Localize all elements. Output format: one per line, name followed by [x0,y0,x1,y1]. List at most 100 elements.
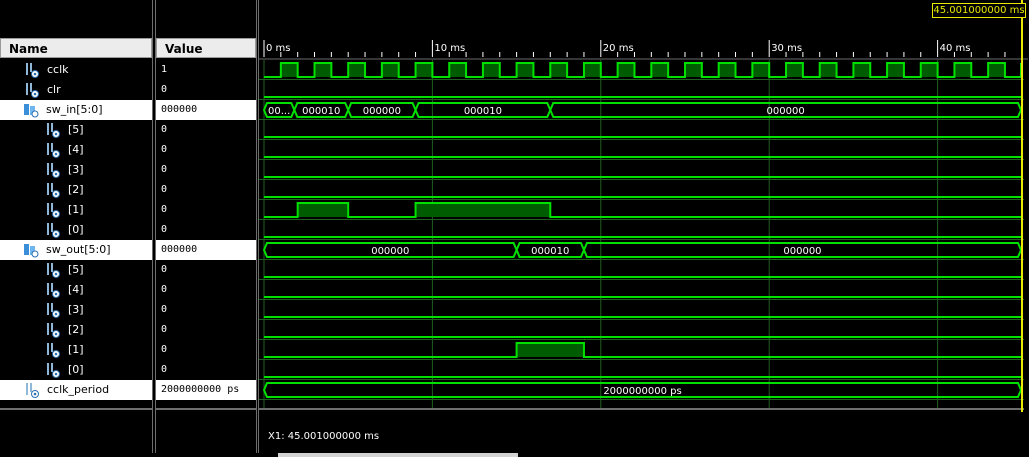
signal-icon [45,142,61,158]
bus-value-label: 2000000000 ps [603,386,681,397]
clock-high-fill [583,63,601,77]
value-row[interactable]: 0 [156,140,256,160]
signal-row[interactable]: ▼ sw_out[5:0] [0,240,152,260]
signal-value: 0 [161,124,168,135]
signal-row[interactable]: [2] [0,180,152,200]
clock-high-fill [988,63,1005,77]
name-column-header[interactable]: Name [0,38,152,58]
signal-row[interactable]: clr [0,80,152,100]
value-row[interactable]: 0 [156,80,256,100]
clock-high-fill [752,63,770,77]
signal-icon [45,202,61,218]
clock-high-fill [617,63,635,77]
signal-row[interactable]: [1] [0,340,152,360]
signal-value: 0 [161,164,168,175]
value-row[interactable]: 0 [156,300,256,320]
clock-high-fill [651,63,669,77]
clock-high-fill [685,63,702,77]
signal-value: 1 [161,64,168,75]
value-row[interactable]: 0 [156,320,256,340]
signal-row[interactable]: [3] [0,300,152,320]
waveform-panel[interactable]: 0 ms 10 ms 20 ms 30 ms 40 ms 00... 000010 00000… [258,0,1028,453]
value-row[interactable]: 1 [156,60,256,80]
bus-value-label: 000000 [363,106,401,117]
signal-icon [45,302,61,318]
signal-name: [0] [68,223,84,236]
signal-icon [45,182,61,198]
value-panel: Value 1 0 000000 0 0 0 0 0 0 000000 0 0 0 0 0 0 20000000… [155,0,257,453]
bus-signal-icon [23,102,39,118]
signal-value: 2000000000 ps [161,384,240,395]
value-row[interactable]: 0 [156,180,256,200]
signal-value: 0 [161,324,168,335]
signal-icon [45,262,61,278]
signal-row[interactable]: [5] [0,120,152,140]
bus-value-label: 000000 [767,106,805,117]
signal-row[interactable]: [4] [0,140,152,160]
expand-toggle-icon[interactable]: ▼ [6,243,14,254]
signal-value: 0 [161,84,168,95]
value-row[interactable]: 000000 [156,100,256,120]
signal-icon [24,382,40,398]
value-column-header[interactable]: Value [156,38,256,58]
wave-panel-divider [259,408,1024,410]
clock-high-fill [516,63,534,77]
signal-row[interactable]: [1] [0,200,152,220]
signal-value: 0 [161,184,168,195]
expand-toggle-icon[interactable]: ▼ [6,103,14,114]
value-row[interactable]: 0 [156,340,256,360]
signal-row[interactable]: [4] [0,280,152,300]
bit-high-fill [415,203,551,217]
clock-high-fill [954,63,972,77]
signal-value: 0 [161,284,168,295]
signal-row[interactable]: [5] [0,260,152,280]
value-row[interactable]: 0 [156,280,256,300]
signal-row[interactable]: cclk_period [0,380,152,400]
bus-value-label: 000000 [371,246,409,257]
clock-high-fill [920,63,938,77]
signal-name: [4] [68,143,84,156]
signal-name: [1] [68,343,84,356]
bus-value-label: 000000 [783,246,821,257]
name-panel-divider [0,408,152,410]
clock-waveform [264,62,1022,78]
clock-high-fill [718,63,736,77]
signal-row[interactable]: cclk [0,60,152,80]
value-row[interactable]: 2000000000 ps [156,380,256,400]
value-row[interactable]: 0 [156,220,256,240]
value-row[interactable]: 0 [156,360,256,380]
signal-name: sw_out[5:0] [46,243,111,256]
bus-signal-icon [23,242,39,258]
ruler-tick-label: 10 ms [434,43,465,54]
signal-row[interactable]: [2] [0,320,152,340]
bus-value-label: 000010 [464,106,502,117]
cursor-line[interactable] [1021,0,1023,412]
value-row[interactable]: 0 [156,120,256,140]
signal-value: 0 [161,224,168,235]
signal-name: [5] [68,263,84,276]
signal-name: cclk_period [47,383,110,396]
value-row[interactable]: 0 [156,160,256,180]
signal-row[interactable]: [3] [0,160,152,180]
signal-name: [4] [68,283,84,296]
signal-row[interactable]: [0] [0,360,152,380]
cursor-readout: X1: 45.001000000 ms [268,431,380,442]
signal-icon [45,282,61,298]
ruler-tick-label: 20 ms [603,43,634,54]
signal-row[interactable]: ▼ sw_in[5:0] [0,100,152,120]
clock-high-fill [348,63,366,77]
signal-row[interactable]: [0] [0,220,152,240]
horizontal-scrollbar[interactable] [278,453,518,457]
ruler-tick-label: 30 ms [771,43,802,54]
bus-value-label: 00... [268,106,290,117]
waveform-canvas[interactable]: 0 ms 10 ms 20 ms 30 ms 40 ms 00... 000010 00000… [259,0,1028,453]
name-panel: Name cclk clr ▼ sw_in[5:0] [5] [4] [3] [2] [1] [0… [0,0,153,453]
value-row[interactable]: 0 [156,260,256,280]
signal-name: cclk [47,63,69,76]
ruler-tick-label: 0 ms [266,43,291,54]
value-row[interactable]: 0 [156,200,256,220]
signal-name: sw_in[5:0] [46,103,103,116]
signal-icon [45,222,61,238]
value-row[interactable]: 000000 [156,240,256,260]
signal-value: 0 [161,204,168,215]
